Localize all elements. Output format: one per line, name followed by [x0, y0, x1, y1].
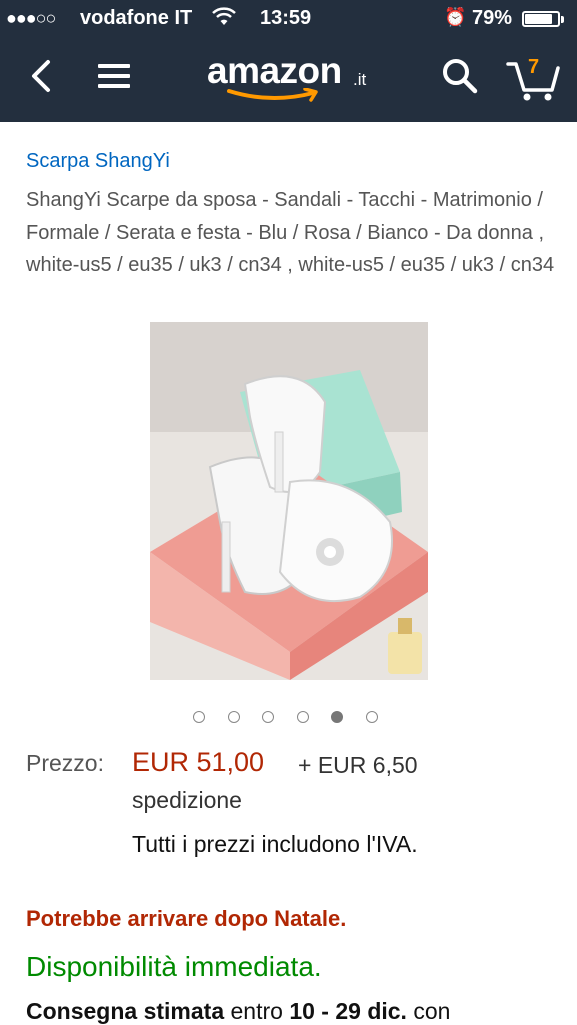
pager-dot[interactable]: [331, 711, 344, 723]
app-header: ●●●○○ vodafone IT 13:59 ⏰ 79% amazon .it…: [0, 0, 577, 122]
back-icon[interactable]: [24, 56, 60, 96]
carrier-name: vodafone IT: [80, 7, 193, 29]
search-icon[interactable]: [440, 56, 480, 96]
brand-link[interactable]: Scarpa ShangYi: [26, 150, 170, 173]
cart-icon[interactable]: 7: [506, 54, 562, 102]
menu-icon[interactable]: [96, 58, 132, 94]
pager-dot[interactable]: [296, 711, 309, 723]
cart-count-badge: 7: [528, 56, 540, 78]
alarm-icon: ⏰: [444, 7, 467, 27]
availability-status: Disponibilità immediata.: [26, 951, 322, 982]
pager-dot[interactable]: [193, 711, 205, 723]
shipping-label: spedizione: [132, 787, 242, 813]
vat-note: Tutti i prezzi includono l'IVA.: [132, 831, 418, 857]
shipping-cost: + EUR 6,50: [298, 752, 418, 778]
nav-bar: amazon .it 7: [0, 38, 577, 122]
price-label: Prezzo:: [26, 750, 104, 776]
wifi-icon: [211, 5, 237, 33]
pager-dot[interactable]: [366, 711, 378, 723]
status-bar: ●●●○○ vodafone IT 13:59 ⏰ 79%: [0, 0, 577, 38]
product-title: ShangYi Scarpe da sposa - Sandali - Tacc…: [26, 189, 555, 276]
price-value: EUR 51,00: [132, 747, 265, 777]
smile-arrow-icon: [227, 88, 318, 102]
pager-dot[interactable]: [262, 711, 275, 723]
christmas-delivery-warning: Potrebbe arrivare dopo Natale.: [26, 906, 347, 931]
estimated-delivery: Consegna stimata entro 10 - 29 dic. con: [26, 998, 451, 1024]
signal-indicator: ●●●○○: [6, 8, 56, 28]
battery-percentage: 79%: [472, 7, 513, 29]
amazon-logo[interactable]: amazon .it: [207, 50, 377, 106]
product-image[interactable]: [150, 322, 428, 680]
pager-dot[interactable]: [227, 711, 240, 723]
clock: 13:59: [260, 7, 312, 29]
battery-icon: [522, 11, 560, 27]
